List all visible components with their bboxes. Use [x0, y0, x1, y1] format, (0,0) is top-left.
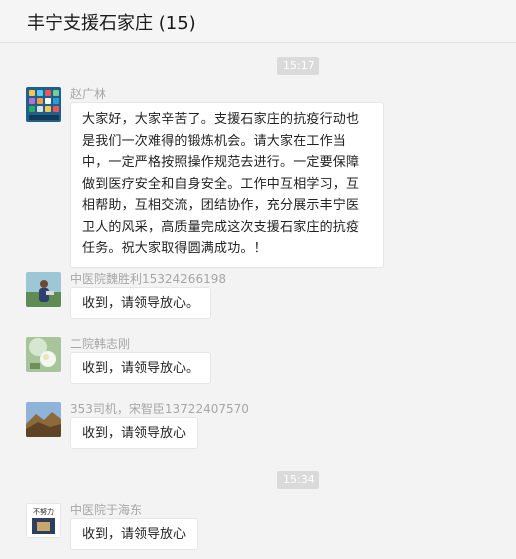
calligraphy-avatar-icon: 不努力 — [26, 503, 61, 538]
avatar[interactable]: 不努力 — [26, 503, 61, 538]
avatar[interactable] — [26, 272, 61, 307]
message-bubble: 大家好，大家辛苦了。支援石家庄的抗疫行动也是我们一次难得的锻炼机会。请大家在工作… — [70, 102, 384, 268]
phone-screen-avatar-icon — [26, 87, 61, 122]
sender-name: 中医院魏胜利15324266198 — [70, 272, 226, 286]
person-photo-avatar-icon — [26, 272, 61, 307]
timestamp-divider: 15:34 — [277, 471, 319, 489]
message-bubble: 收到，请领导放心。 — [70, 352, 212, 384]
sender-name: 中医院于海东 — [70, 503, 143, 517]
avatar[interactable] — [26, 337, 61, 372]
sender-name: 赵广林 — [70, 87, 107, 101]
avatar[interactable] — [26, 402, 61, 437]
chat-title: 丰宁支援石家庄 (15) — [27, 13, 196, 34]
message-bubble: 收到，请领导放心 — [70, 518, 199, 550]
timestamp-divider: 15:17 — [277, 57, 319, 75]
chat-header: 丰宁支援石家庄 (15) — [0, 0, 516, 43]
sender-name: 二院韩志刚 — [70, 337, 131, 351]
avatar[interactable] — [26, 87, 61, 122]
sender-name: 353司机，宋智臣13722407570 — [70, 402, 249, 416]
flower-avatar-icon — [26, 337, 61, 372]
message-bubble: 收到，请领导放心。 — [70, 287, 212, 319]
avatar-slogan: 不努力 — [33, 507, 54, 516]
message-bubble: 收到，请领导放心 — [70, 417, 199, 449]
mountain-landscape-avatar-icon — [26, 402, 61, 437]
